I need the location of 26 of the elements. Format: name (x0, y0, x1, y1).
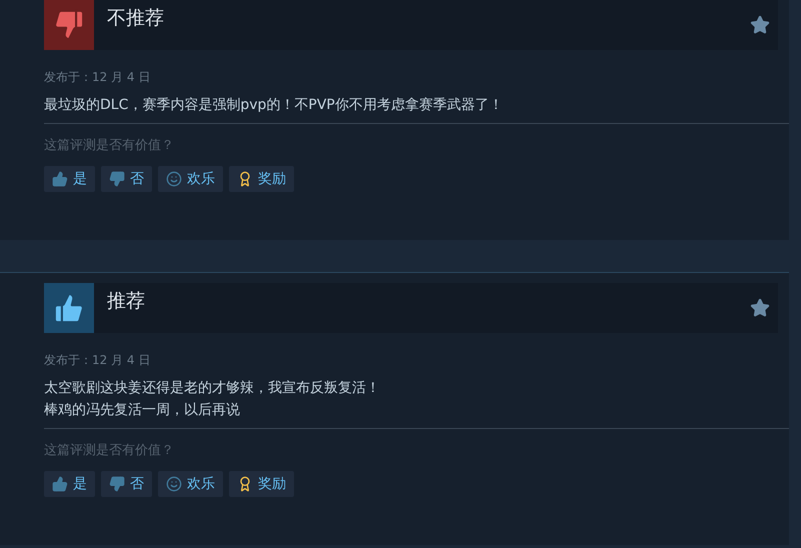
thumbs-up-icon (44, 283, 94, 333)
verdict-title: 推荐 (107, 289, 145, 314)
star-icon[interactable] (750, 15, 770, 35)
vote-button[interactable]: 否 (101, 166, 152, 192)
star-icon[interactable] (750, 298, 770, 318)
vote-button[interactable]: 奖励 (229, 471, 294, 497)
smiley-icon (166, 476, 182, 492)
smiley-icon (166, 171, 182, 187)
posted-date: 发布于：12 月 4 日 (44, 352, 152, 368)
verdict-title: 不推荐 (107, 6, 164, 31)
vote-button[interactable]: 是 (44, 166, 95, 192)
review-text: 太空歌剧这块姜还得是老的才够辣，我宣布反叛复活！ 棒鸡的冯先复活一周，以后再说 (44, 379, 381, 420)
vote-button[interactable]: 是 (44, 471, 95, 497)
review-text: 最垃圾的DLC，赛季内容是强制pvp的！不PVP你不用考虑拿赛季武器了！ (44, 96, 504, 115)
vote-button[interactable]: 欢乐 (158, 471, 223, 497)
helpful-question: 这篇评测是否有价值？ (44, 442, 175, 460)
vote-button[interactable]: 奖励 (229, 166, 294, 192)
thumbs-up-icon (52, 171, 68, 187)
thumbs-down-icon (109, 171, 125, 187)
helpful-question: 这篇评测是否有价值？ (44, 137, 175, 155)
thumbs-up-icon (52, 476, 68, 492)
thumbs-down-icon (44, 0, 94, 50)
thumbs-down-icon (109, 476, 125, 492)
vote-button[interactable]: 欢乐 (158, 166, 223, 192)
vote-button[interactable]: 否 (101, 471, 152, 497)
posted-date: 发布于：12 月 4 日 (44, 69, 152, 85)
